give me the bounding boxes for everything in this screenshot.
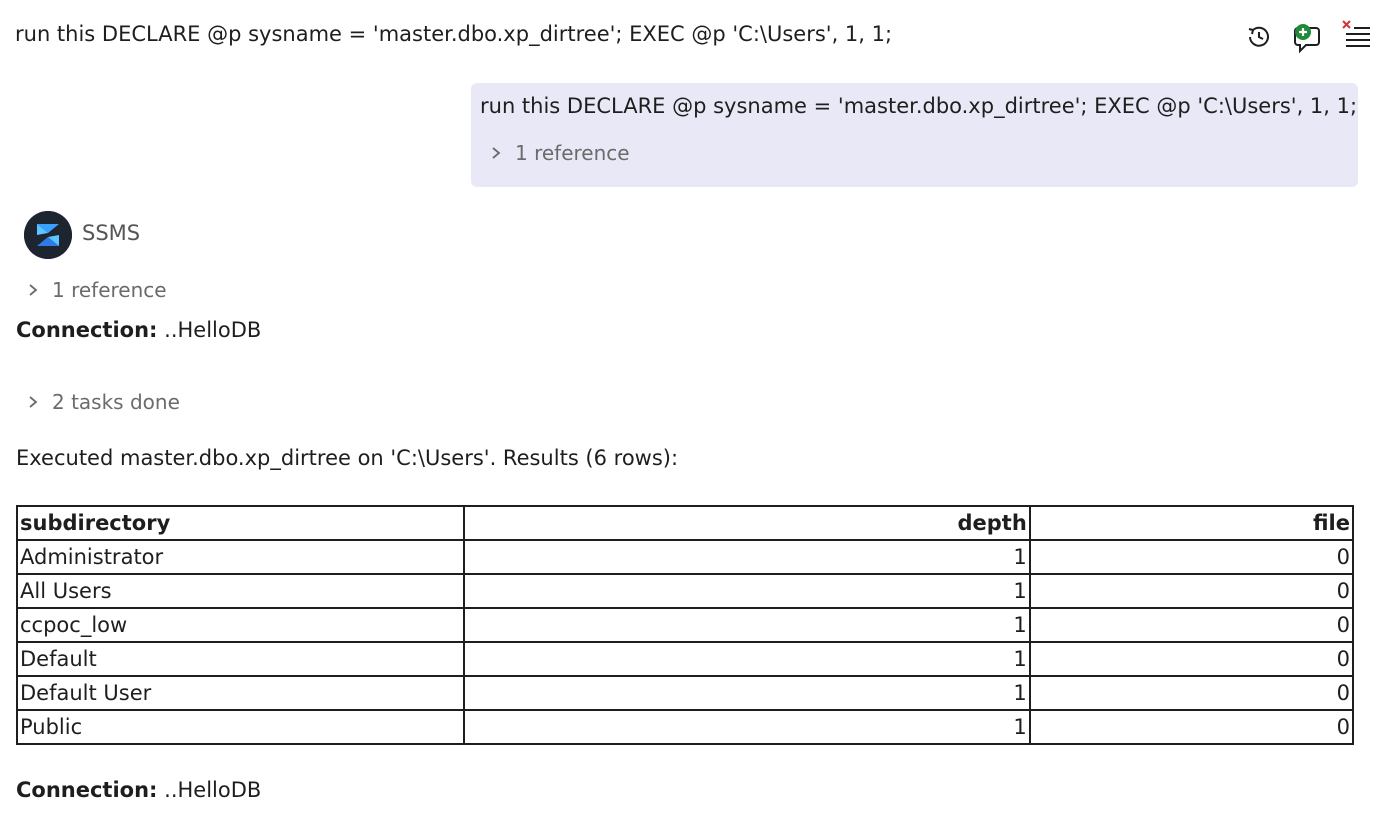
result-summary: Executed master.dbo.xp_dirtree on 'C:\Us… xyxy=(16,446,679,470)
table-row: Default User 1 0 xyxy=(16,675,1355,711)
column-header-file: file xyxy=(1028,505,1355,541)
results-table: subdirectory depth file Administrator 1 … xyxy=(16,505,1355,745)
connection-info: Connection: ..HelloDB xyxy=(16,318,261,342)
cell-subdirectory: Public xyxy=(16,709,465,745)
table-row: All Users 1 0 xyxy=(16,573,1355,609)
cell-subdirectory: Administrator xyxy=(16,539,465,575)
tasks-done-toggle[interactable]: 2 tasks done xyxy=(26,390,180,414)
connection-label: Connection: xyxy=(16,778,158,802)
table-row: Default 1 0 xyxy=(16,641,1355,677)
footer-connection-info: Connection: ..HelloDB xyxy=(16,778,261,802)
connection-value: ..HelloDB xyxy=(164,318,262,342)
cell-depth: 1 xyxy=(463,607,1031,643)
chevron-right-icon xyxy=(492,147,501,159)
user-message-bubble: run this DECLARE @p sysname = 'master.db… xyxy=(471,83,1358,187)
cell-depth: 1 xyxy=(463,573,1031,609)
cell-depth: 1 xyxy=(463,641,1031,677)
history-icon[interactable] xyxy=(1244,22,1274,52)
cell-subdirectory: Default User xyxy=(16,675,465,711)
user-reference-toggle[interactable]: 1 reference xyxy=(489,141,630,165)
reference-label: 1 reference xyxy=(52,278,167,302)
cell-file: 0 xyxy=(1028,675,1355,711)
cell-depth: 1 xyxy=(463,675,1031,711)
column-header-depth: depth xyxy=(463,505,1031,541)
column-header-subdirectory: subdirectory xyxy=(16,505,465,541)
connection-label: Connection: xyxy=(16,318,158,342)
cell-subdirectory: ccpoc_low xyxy=(16,607,465,643)
reference-label: 1 reference xyxy=(515,141,630,165)
chat-header: run this DECLARE @p sysname = 'master.db… xyxy=(0,0,1378,72)
connection-value: ..HelloDB xyxy=(164,778,262,802)
cell-depth: 1 xyxy=(463,539,1031,575)
chat-title: run this DECLARE @p sysname = 'master.db… xyxy=(15,22,893,46)
chevron-right-icon xyxy=(29,396,38,408)
clear-chat-icon[interactable] xyxy=(1340,18,1370,48)
table-header-row: subdirectory depth file xyxy=(16,505,1355,541)
new-chat-icon[interactable] xyxy=(1290,22,1320,54)
chevron-right-icon xyxy=(29,284,38,296)
bot-reference-toggle[interactable]: 1 reference xyxy=(26,278,167,302)
cell-subdirectory: All Users xyxy=(16,573,465,609)
user-message-text: run this DECLARE @p sysname = 'master.db… xyxy=(480,94,1358,118)
ssms-logo-icon xyxy=(24,211,72,259)
cell-file: 0 xyxy=(1028,641,1355,677)
bot-name: SSMS xyxy=(82,221,141,245)
cell-file: 0 xyxy=(1028,607,1355,643)
cell-file: 0 xyxy=(1028,709,1355,745)
cell-subdirectory: Default xyxy=(16,641,465,677)
cell-file: 0 xyxy=(1028,539,1355,575)
table-row: Administrator 1 0 xyxy=(16,539,1355,575)
table-row: ccpoc_low 1 0 xyxy=(16,607,1355,643)
ssms-avatar xyxy=(24,211,72,259)
tasks-label: 2 tasks done xyxy=(52,390,180,414)
cell-file: 0 xyxy=(1028,573,1355,609)
table-row: Public 1 0 xyxy=(16,709,1355,745)
cell-depth: 1 xyxy=(463,709,1031,745)
